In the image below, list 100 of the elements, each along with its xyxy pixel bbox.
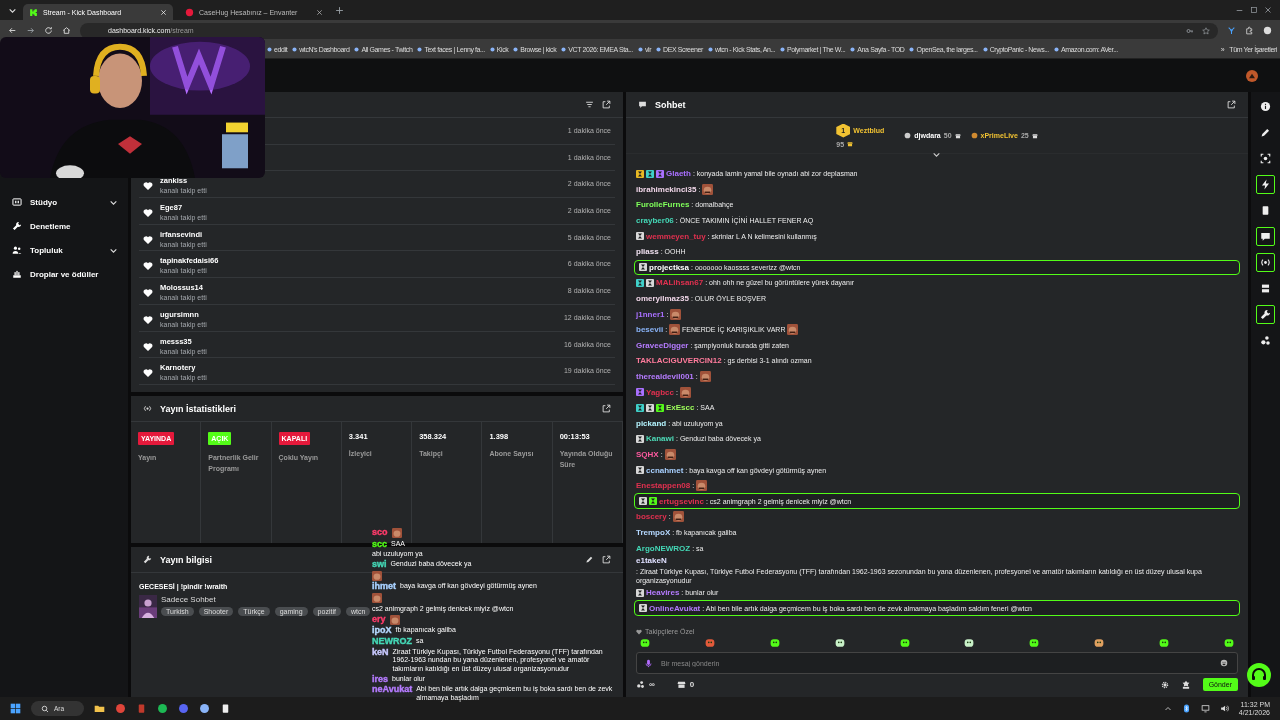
maximize-icon[interactable] bbox=[1250, 6, 1258, 14]
user-badge-icon bbox=[636, 434, 644, 443]
chat-username[interactable]: Kanawi bbox=[646, 434, 674, 444]
start-icon[interactable] bbox=[10, 703, 21, 714]
rail-button[interactable] bbox=[1256, 305, 1275, 324]
popout-icon[interactable] bbox=[602, 404, 611, 413]
music-app-icon[interactable] bbox=[157, 703, 169, 714]
chat-username[interactable]: projectksa bbox=[649, 262, 690, 272]
key-icon[interactable] bbox=[1186, 26, 1194, 35]
rank-icon bbox=[970, 132, 978, 139]
users-icon bbox=[12, 245, 22, 255]
panel-title: Yayın bilgisi bbox=[160, 554, 213, 565]
reload-icon[interactable] bbox=[44, 26, 53, 35]
chat-username[interactable]: Glaeth bbox=[666, 169, 691, 179]
site-icon bbox=[1053, 47, 1059, 52]
heart-icon bbox=[143, 314, 153, 325]
emote-icon[interactable] bbox=[834, 638, 845, 648]
chat-username[interactable]: crayber06 bbox=[636, 216, 674, 226]
rail-button[interactable] bbox=[1256, 175, 1275, 194]
chat-username[interactable]: therealdevil001 bbox=[636, 372, 694, 381]
volume-icon[interactable] bbox=[1219, 704, 1229, 713]
sidebar-item[interactable]: Droplar ve ödüller bbox=[12, 265, 118, 283]
emote-icon[interactable] bbox=[964, 638, 975, 648]
bluetooth-icon[interactable] bbox=[1181, 704, 1191, 713]
chat-username[interactable]: Yagbcc bbox=[646, 387, 674, 397]
back-icon[interactable] bbox=[8, 26, 17, 35]
chat-username[interactable]: TAKLACIGUVERCIN12 bbox=[636, 356, 722, 366]
chat-username[interactable]: ibrahimekinci35 bbox=[636, 184, 697, 194]
close-icon[interactable] bbox=[316, 8, 323, 16]
emote-icon[interactable] bbox=[1029, 638, 1040, 648]
user-badge-icon bbox=[636, 466, 644, 475]
forward-icon[interactable] bbox=[26, 26, 35, 35]
emote-icon[interactable] bbox=[1223, 638, 1234, 648]
chat-username[interactable]: ccnahmet bbox=[646, 465, 684, 475]
app-icon[interactable] bbox=[199, 703, 211, 714]
new-tab-icon[interactable] bbox=[335, 5, 344, 15]
rail-button[interactable] bbox=[1256, 227, 1275, 246]
chat-username[interactable]: Heavires bbox=[646, 588, 680, 598]
chat-username[interactable]: SQHX bbox=[636, 450, 659, 459]
site-icon bbox=[982, 47, 988, 52]
chat-username[interactable]: GraveeDigger bbox=[636, 340, 689, 350]
emote-icon[interactable] bbox=[769, 638, 780, 648]
profile-icon[interactable] bbox=[1263, 26, 1272, 35]
sidebar-item[interactable]: Topluluk bbox=[12, 241, 118, 259]
chat-username[interactable]: FurolleFurnes bbox=[636, 200, 690, 210]
chat-username[interactable]: e1takeN bbox=[636, 555, 667, 565]
chat-username[interactable]: wemmeyen_tuy bbox=[646, 231, 706, 241]
microphone-icon[interactable] bbox=[644, 658, 653, 668]
user-avatar-icon[interactable] bbox=[1246, 69, 1258, 82]
emote-icon[interactable] bbox=[899, 638, 910, 648]
heart-icon bbox=[143, 234, 153, 245]
gift-icon[interactable] bbox=[1180, 679, 1191, 690]
expand-icon[interactable] bbox=[932, 150, 941, 159]
user-badge-icon bbox=[646, 169, 654, 178]
emote-icon bbox=[669, 324, 681, 336]
tray-chevron-icon[interactable] bbox=[1163, 704, 1172, 713]
support-icon[interactable] bbox=[1247, 663, 1271, 687]
emote-icon bbox=[702, 183, 714, 195]
search-icon bbox=[41, 704, 49, 713]
chat-username[interactable]: pliass bbox=[636, 247, 659, 257]
chat-username[interactable]: OnlineAvukat bbox=[649, 603, 701, 613]
user-badge-icon bbox=[636, 232, 644, 241]
chat-username[interactable]: ExEscc bbox=[666, 403, 695, 413]
network-icon[interactable] bbox=[1200, 704, 1210, 713]
panel-title: Yayın İstatistikleri bbox=[160, 403, 237, 414]
emote-icon[interactable] bbox=[1159, 638, 1169, 648]
sidebar-item[interactable]: Stüdyo bbox=[12, 193, 118, 211]
points-icon[interactable] bbox=[636, 680, 645, 689]
emote-icon[interactable] bbox=[640, 638, 650, 648]
settings-icon[interactable] bbox=[1160, 680, 1169, 689]
star-icon[interactable] bbox=[1202, 26, 1210, 35]
close-icon[interactable] bbox=[1264, 6, 1272, 14]
chat-username[interactable]: boscery bbox=[636, 512, 667, 522]
chat-username[interactable]: ertugsevinc bbox=[659, 496, 704, 506]
popout-icon[interactable] bbox=[602, 100, 611, 109]
chat-username[interactable]: ArgoNEWROZ bbox=[636, 543, 691, 553]
extensions-icon[interactable] bbox=[1245, 26, 1254, 35]
edit-icon[interactable] bbox=[585, 555, 594, 564]
chat-username[interactable]: omeryilmaz35 bbox=[636, 294, 689, 304]
emoji-icon[interactable] bbox=[1220, 659, 1228, 667]
category-name[interactable]: Sadece Sohbet bbox=[161, 595, 216, 604]
popout-icon[interactable] bbox=[1227, 100, 1236, 109]
home-icon[interactable] bbox=[62, 26, 71, 35]
heart-icon bbox=[143, 181, 153, 192]
sidebar-item[interactable]: Denetleme bbox=[12, 217, 118, 235]
folder-icon[interactable] bbox=[94, 703, 106, 714]
chat-username[interactable]: TrempoX bbox=[636, 527, 671, 537]
site-icon bbox=[637, 47, 643, 52]
filter-icon[interactable] bbox=[585, 100, 594, 109]
chat-username[interactable]: j1nner1 bbox=[636, 309, 665, 319]
emote-icon[interactable] bbox=[1094, 638, 1105, 648]
browser-icon[interactable] bbox=[115, 703, 127, 714]
chat-app-icon[interactable] bbox=[178, 703, 190, 714]
rail-button[interactable] bbox=[1256, 253, 1275, 272]
extension-icon[interactable] bbox=[1227, 26, 1236, 35]
popout-icon[interactable] bbox=[602, 555, 611, 564]
store-icon[interactable] bbox=[676, 680, 686, 689]
user-badge-icon bbox=[636, 278, 644, 287]
chat-username[interactable]: pickand bbox=[636, 418, 667, 428]
chat-username[interactable]: besevii bbox=[636, 325, 664, 335]
